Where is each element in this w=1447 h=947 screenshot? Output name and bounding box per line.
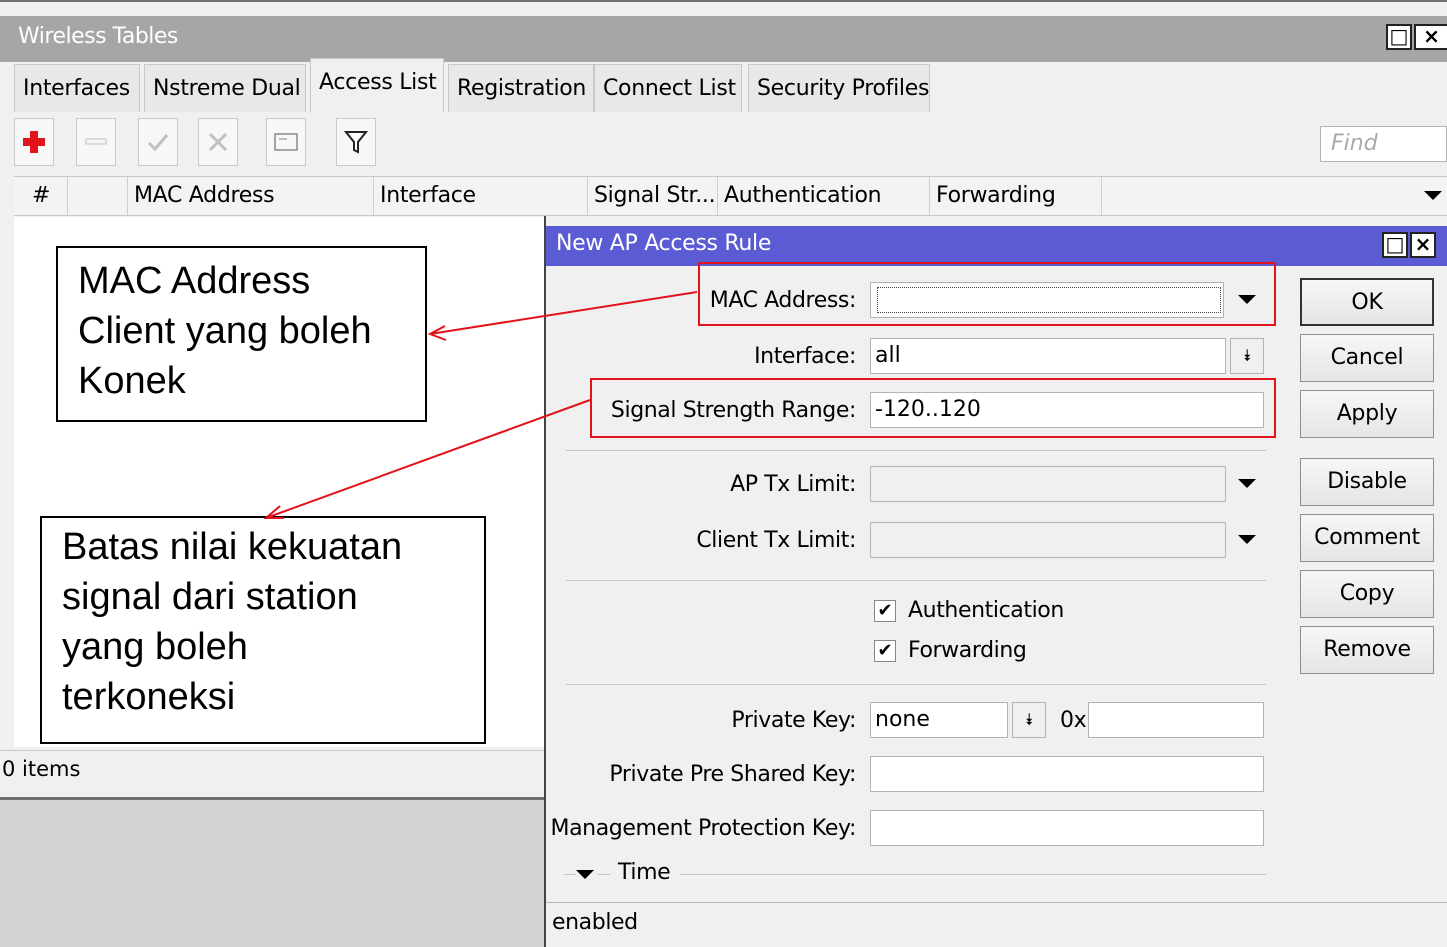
arrow-to-signal-callout xyxy=(265,399,591,519)
arrow-to-mac-callout xyxy=(429,291,698,335)
annotation-arrows xyxy=(263,291,698,519)
